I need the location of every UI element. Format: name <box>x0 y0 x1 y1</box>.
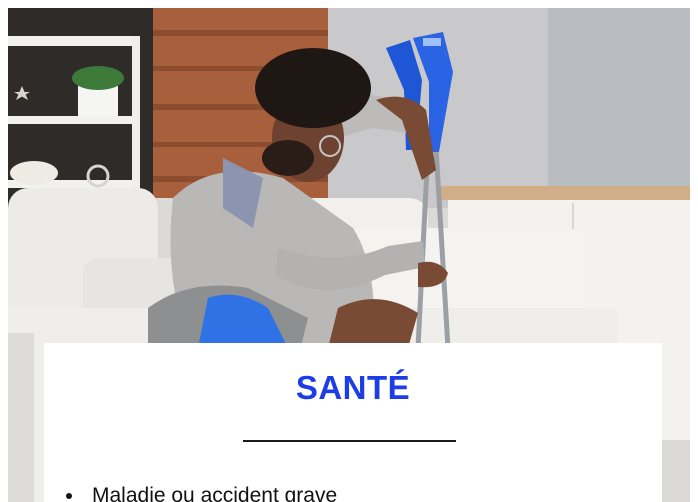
item-list: Maladie ou accident grave <box>64 483 337 502</box>
info-card: SANTÉ Maladie ou accident grave <box>44 343 662 502</box>
title-divider <box>243 440 456 442</box>
list-item: Maladie ou accident grave <box>64 483 337 502</box>
section-title: SANTÉ <box>295 369 411 406</box>
page: SANTÉ Maladie ou accident grave <box>0 0 698 502</box>
bullet-icon <box>66 493 72 499</box>
list-item-label: Maladie ou accident grave <box>92 484 338 502</box>
